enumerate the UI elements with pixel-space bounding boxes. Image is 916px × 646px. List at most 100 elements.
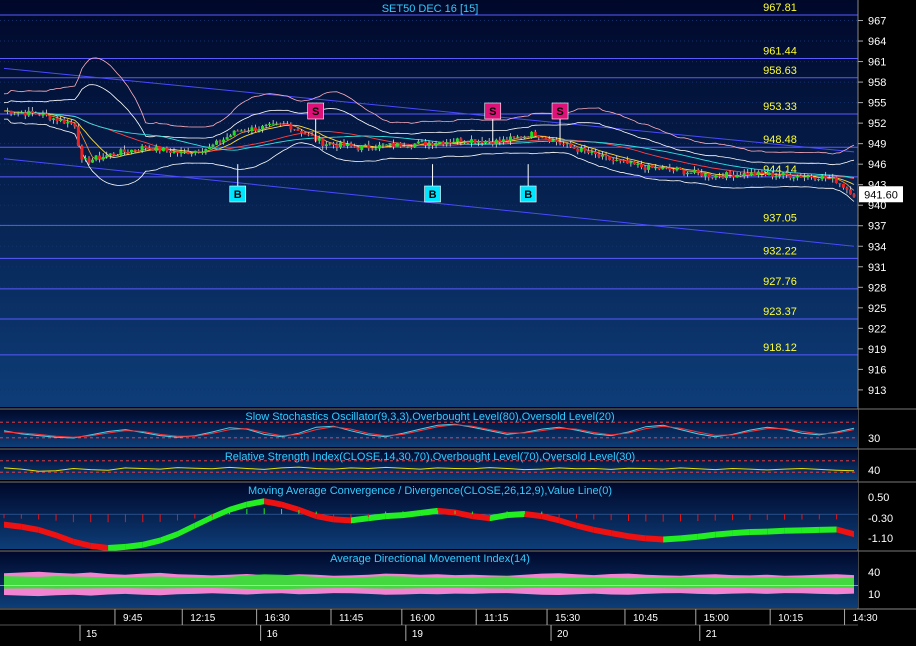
candle-down (678, 167, 682, 170)
candle-up (725, 172, 728, 179)
price-tick-label: 925 (868, 303, 886, 315)
candle-down (73, 123, 77, 127)
candle-down (498, 139, 502, 142)
level-label: 937.05 (763, 212, 797, 224)
candle-up (615, 159, 619, 161)
day-tick-label: 15 (86, 629, 98, 640)
level-label: 927.76 (763, 276, 797, 288)
candle-up (523, 136, 527, 139)
candle-up (190, 152, 194, 155)
candle-up (91, 159, 95, 163)
time-tick-label: 10:15 (778, 613, 803, 624)
stochastic-panel[interactable]: Slow Stochastics Oscillator(9,3,3),Overb… (0, 408, 916, 447)
candle-up (338, 142, 342, 148)
candle-down (307, 134, 311, 136)
price-tick-label: 916 (868, 364, 886, 376)
candle-up (172, 151, 176, 154)
candle-up (246, 130, 250, 132)
candle-up (13, 113, 17, 115)
candle-down (367, 144, 371, 149)
candle-down (721, 176, 725, 179)
price-axis-background (858, 0, 916, 407)
candle-down (441, 142, 445, 145)
candle-up (52, 118, 56, 120)
candle-up (693, 170, 697, 173)
price-tick-label: 937 (868, 221, 886, 233)
candle-up (317, 138, 321, 141)
candle-up (363, 144, 367, 146)
candle-up (494, 139, 498, 145)
candle-down (547, 138, 551, 142)
candle-down (611, 160, 615, 162)
candle-down (824, 175, 828, 179)
candle-down (838, 183, 842, 185)
candle-down (827, 178, 831, 180)
macd-panel[interactable]: Moving Average Convergence / Divergence(… (0, 481, 916, 551)
candle-down (331, 143, 335, 145)
candle-up (470, 139, 473, 143)
panel-title: Relative Strength Index(CLOSE,14,30,70),… (225, 451, 635, 463)
candle-up (257, 129, 261, 131)
candle-up (388, 143, 392, 145)
candle-down (392, 143, 396, 147)
candle-down (763, 173, 767, 176)
candle-up (16, 112, 20, 114)
candle-down (728, 172, 732, 175)
candle-down (236, 130, 240, 132)
candle-down (643, 167, 647, 170)
candle-up (742, 172, 746, 177)
candle-down (133, 149, 137, 151)
candle-down (710, 177, 714, 179)
candle-up (802, 176, 806, 178)
candle-down (282, 123, 286, 125)
candle-down (335, 144, 339, 148)
candle-up (275, 123, 279, 125)
macd-rising-segment (663, 535, 681, 543)
candle-down (845, 187, 849, 190)
candle-down (537, 135, 541, 138)
candle-up (222, 139, 226, 143)
adx-panel[interactable]: Average Directional Movement Index(14) 40… (0, 550, 916, 608)
candle-down (682, 169, 686, 175)
sell-signal-label: S (312, 106, 319, 118)
candle-down (62, 119, 66, 124)
time-tick-label: 16:30 (265, 613, 290, 624)
candle-down (34, 112, 38, 115)
candle-down (303, 133, 307, 135)
candle-up (105, 155, 109, 157)
candle-up (629, 161, 633, 164)
candle-down (321, 138, 325, 146)
candle-up (115, 155, 119, 157)
candle-down (760, 171, 764, 174)
candle-up (271, 123, 275, 125)
candle-up (268, 123, 272, 125)
candle-down (23, 112, 27, 116)
candle-up (636, 164, 640, 166)
candle-down (349, 144, 353, 147)
candle-down (813, 177, 817, 180)
candle-up (239, 130, 243, 132)
candle-down (597, 154, 601, 157)
time-tick-label: 10:45 (633, 613, 658, 624)
candle-down (165, 147, 169, 151)
price-panel[interactable]: 967.81961.44958.63953.33948.48944.14937.… (0, 0, 858, 407)
candle-down (487, 140, 491, 142)
candle-up (413, 143, 417, 147)
candle-down (126, 151, 130, 153)
candle-up (377, 144, 381, 149)
candle-up (346, 144, 350, 147)
time-tick-label: 11:15 (484, 613, 509, 624)
macd-rising-segment (801, 526, 820, 534)
candle-down (544, 138, 548, 140)
sell-signal-label: S (489, 106, 496, 118)
candle-up (215, 140, 218, 145)
candle-down (593, 151, 597, 155)
day-tick-label: 21 (706, 629, 718, 640)
rsi-panel[interactable]: Relative Strength Index(CLOSE,14,30,70),… (0, 448, 916, 480)
price-tick-label: 946 (868, 159, 886, 171)
candle-up (477, 140, 481, 143)
candle-up (703, 173, 707, 177)
candle-up (778, 175, 782, 177)
candle-down (399, 142, 403, 147)
candle-down (810, 176, 813, 178)
